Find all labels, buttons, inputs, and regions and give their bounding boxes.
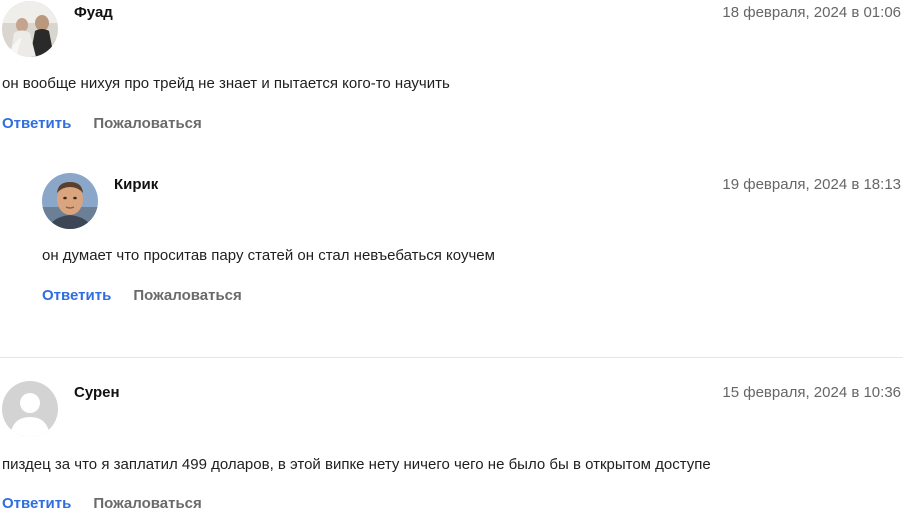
comment: Сурен 15 февраля, 2024 в 10:36 пиздец за… [0, 0, 911, 521]
comment-text: пиздец за что я заплатил 499 доларов, в … [2, 456, 711, 473]
report-button[interactable]: Пожаловаться [93, 495, 201, 512]
comment-date: 15 февраля, 2024 в 10:36 [722, 384, 901, 401]
reply-button[interactable]: Ответить [2, 495, 71, 512]
comment-author: Сурен [74, 384, 120, 401]
avatar[interactable] [2, 381, 58, 437]
comment-actions: Ответить Пожаловаться [2, 495, 202, 512]
default-user-icon [2, 381, 58, 437]
